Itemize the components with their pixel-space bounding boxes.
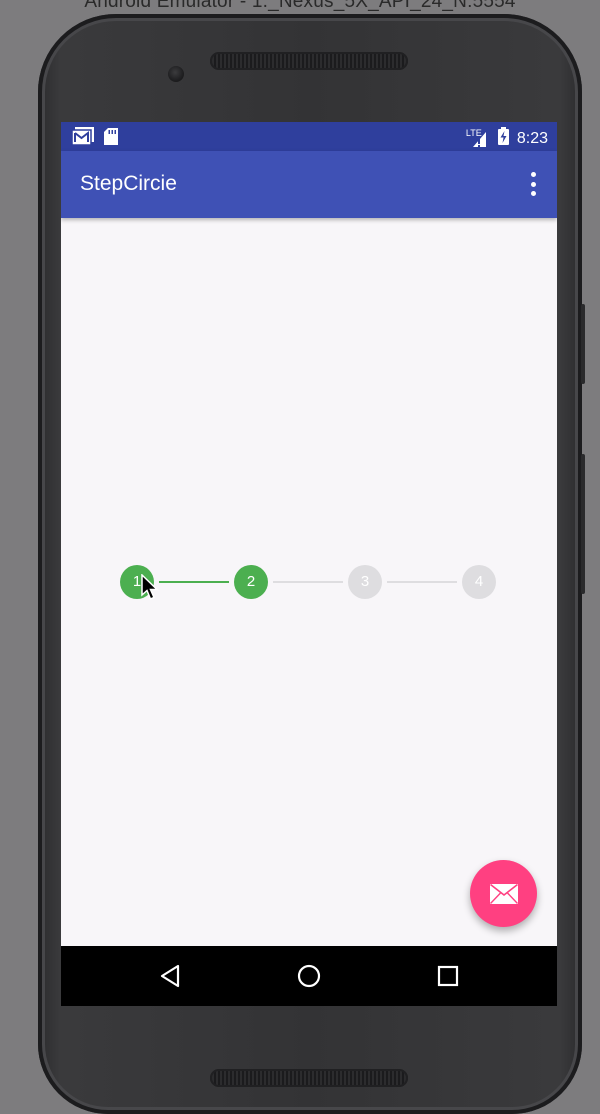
mail-fab[interactable]	[470, 860, 537, 927]
bottom-speaker	[210, 1069, 408, 1087]
mouse-cursor-icon	[141, 574, 159, 600]
home-icon	[297, 964, 321, 988]
front-camera	[168, 66, 184, 82]
power-button[interactable]	[581, 304, 585, 384]
step-circle-2[interactable]: 2	[234, 565, 268, 599]
back-icon	[160, 964, 180, 988]
step-connector-3-4	[387, 581, 457, 583]
step-circle-3[interactable]: 3	[348, 565, 382, 599]
emulator-window-title: Android Emulator - 1._Nexus_5X_API_24_N:…	[84, 0, 516, 12]
back-button[interactable]	[155, 961, 185, 991]
device-screen: LTE 8:23 StepCircie 1234	[61, 122, 557, 1006]
step-connector-1-2	[159, 581, 229, 583]
step-circle-4[interactable]: 4	[462, 565, 496, 599]
top-speaker	[210, 52, 408, 70]
navigation-bar	[61, 946, 557, 1006]
recents-button[interactable]	[433, 961, 463, 991]
recents-icon	[437, 965, 459, 987]
volume-rocker[interactable]	[581, 454, 585, 594]
step-connector-2-3	[273, 581, 343, 583]
home-button[interactable]	[294, 961, 324, 991]
mail-icon	[489, 883, 518, 904]
